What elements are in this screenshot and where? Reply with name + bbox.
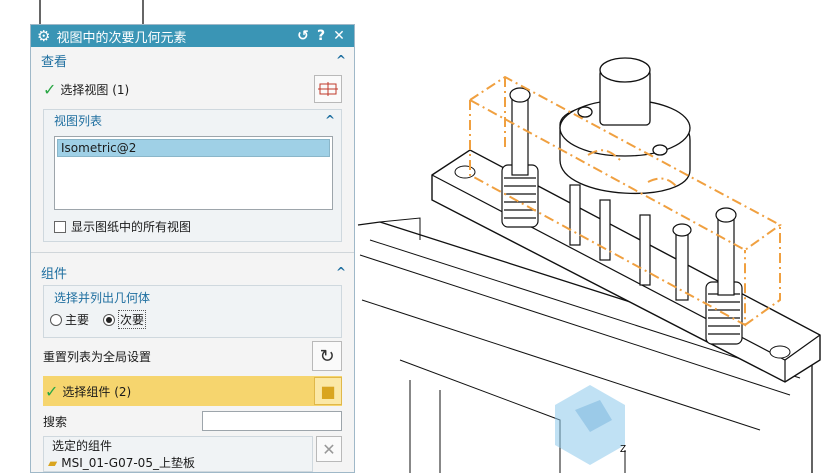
reset-list-label: 重置列表为全局设置 (43, 349, 152, 364)
view-list-header[interactable]: 视图列表 ^ (44, 110, 341, 130)
chevron-up-icon[interactable]: ^ (336, 265, 346, 279)
help-icon[interactable]: ? (312, 28, 330, 44)
search-row: 搜索 (31, 408, 354, 434)
selected-components-header: 选定的组件 (52, 439, 113, 453)
secondary-geometry-dialog: ⚙ 视图中的次要几何元素 ↺ ? ✕ 查看 ^ ✓ 选择视图 (1) 视图列表 … (30, 24, 355, 473)
select-view-button[interactable] (314, 75, 342, 103)
select-component-row[interactable]: ✓ 选择组件 (2) ■ (43, 376, 342, 406)
list-item[interactable]: Isometric@2 (57, 139, 330, 157)
chevron-up-icon[interactable]: ^ (336, 53, 346, 67)
checkmark-icon: ✓ (43, 79, 57, 99)
show-all-row: 显示图纸中的所有视图 (44, 210, 341, 235)
reset-icon: ↻ (319, 345, 335, 367)
dialog-titlebar[interactable]: ⚙ 视图中的次要几何元素 ↺ ? ✕ (31, 25, 354, 47)
selected-components-area: 选定的组件 ▰ MSI_01-G07-05_上垫板 ✕ (43, 436, 342, 472)
component-section-header[interactable]: 组件 ^ (31, 259, 354, 285)
secondary-radio[interactable] (103, 313, 116, 326)
select-component-label: 选择组件 (2) (62, 384, 132, 399)
secondary-label: 次要 (118, 310, 147, 329)
select-component-button[interactable]: ■ (314, 377, 342, 405)
view-listbox[interactable]: Isometric@2 (54, 136, 333, 210)
part-icon: ▰ (48, 456, 58, 470)
primary-label: 主要 (65, 313, 90, 327)
list-geometry-header: 选择并列出几何体 (44, 286, 341, 308)
primary-radio[interactable] (50, 313, 62, 326)
cube-icon: ■ (320, 381, 336, 401)
show-all-label: 显示图纸中的所有视图 (71, 220, 192, 234)
reset-list-row: 重置列表为全局设置 ↻ (31, 340, 354, 372)
view-section-title: 查看 (41, 54, 68, 70)
view-section-header[interactable]: 查看 ^ (31, 47, 354, 73)
svg-text:Z: Z (620, 444, 626, 455)
list-geometry-title: 选择并列出几何体 (54, 290, 151, 305)
component-section-title: 组件 (41, 266, 68, 282)
reset-icon[interactable]: ↺ (294, 28, 312, 44)
list-item[interactable]: ▰ MSI_01-G07-05_上垫板 (44, 455, 312, 471)
view-list-title: 视图列表 (54, 113, 103, 128)
gear-icon[interactable]: ⚙ (37, 27, 50, 45)
search-input[interactable] (202, 411, 342, 431)
close-icon[interactable]: ✕ (330, 28, 348, 44)
remove-button[interactable]: ✕ (316, 436, 342, 462)
show-all-checkbox[interactable] (54, 220, 66, 233)
close-icon: ✕ (322, 439, 336, 459)
select-view-label: 选择视图 (1) (60, 82, 130, 97)
list-geometry-group: 选择并列出几何体 主要 次要 (43, 285, 342, 338)
selected-item-label: MSI_01-G07-05_上垫板 (61, 456, 195, 470)
selected-components-list[interactable]: 选定的组件 ▰ MSI_01-G07-05_上垫板 (43, 436, 313, 472)
primary-secondary-radios: 主要 次要 (44, 308, 341, 331)
dialog-title: 视图中的次要几何元素 (56, 30, 187, 46)
chevron-up-icon[interactable]: ^ (325, 113, 335, 127)
divider (31, 252, 354, 253)
checkmark-icon: ✓ (45, 381, 59, 401)
reset-list-button[interactable]: ↻ (312, 341, 342, 371)
view-list-group: 视图列表 ^ Isometric@2 显示图纸中的所有视图 (43, 109, 342, 242)
select-view-row: ✓ 选择视图 (1) (31, 73, 354, 105)
view-target-icon (318, 82, 338, 96)
search-label: 搜索 (43, 414, 68, 429)
